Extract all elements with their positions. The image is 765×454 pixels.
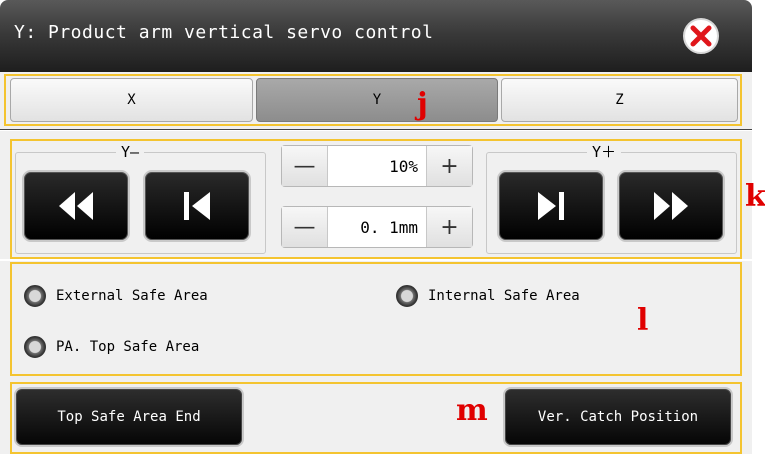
radio-external-safe-area[interactable]: External Safe Area: [24, 285, 208, 307]
radio-indicator: [24, 285, 46, 307]
close-button[interactable]: [683, 18, 719, 54]
step-forward-button[interactable]: [497, 170, 605, 242]
title-bar: Y: Product arm vertical servo control: [0, 0, 752, 72]
annotation-j: j: [417, 87, 428, 122]
step-reverse-icon: [184, 192, 210, 220]
speed-increase-button[interactable]: +: [426, 146, 472, 186]
radio-internal-safe-area[interactable]: Internal Safe Area: [396, 285, 580, 307]
distance-decrease-button[interactable]: —: [282, 207, 328, 247]
step-forward-icon: [538, 192, 564, 220]
radio-label: Internal Safe Area: [428, 288, 580, 304]
fast-reverse-icon: [59, 192, 93, 220]
distance-value: 0. 1mm: [328, 207, 426, 247]
y-minus-legend: Y—: [116, 143, 145, 161]
window-title: Y: Product arm vertical servo control: [14, 22, 434, 43]
radio-indicator: [396, 285, 418, 307]
radio-pa-top-safe-area[interactable]: PA. Top Safe Area: [24, 336, 199, 358]
annotation-m: m: [456, 393, 488, 428]
radio-label: PA. Top Safe Area: [56, 339, 200, 355]
step-reverse-button[interactable]: [143, 170, 251, 242]
tab-x[interactable]: X: [10, 78, 253, 122]
annotation-l: l: [637, 303, 649, 338]
distance-increase-button[interactable]: +: [426, 207, 472, 247]
distance-stepper: — 0. 1mm +: [281, 206, 473, 248]
speed-decrease-button[interactable]: —: [282, 146, 328, 186]
fast-reverse-button[interactable]: [22, 170, 130, 242]
radio-indicator: [24, 336, 46, 358]
ver-catch-position-button[interactable]: Ver. Catch Position: [503, 387, 733, 447]
tab-z[interactable]: Z: [501, 78, 738, 122]
annotation-k: k: [745, 179, 765, 214]
speed-stepper: — 10% +: [281, 145, 473, 187]
radio-label: External Safe Area: [56, 288, 208, 304]
close-icon: [690, 25, 712, 47]
speed-value: 10%: [328, 146, 426, 186]
tab-y[interactable]: Y: [256, 78, 498, 122]
fast-forward-button[interactable]: [617, 170, 725, 242]
top-safe-area-end-button[interactable]: Top Safe Area End: [14, 387, 244, 447]
y-plus-legend: Y＋: [587, 143, 622, 161]
safe-area-highlight: [10, 262, 742, 376]
fast-forward-icon: [654, 192, 688, 220]
